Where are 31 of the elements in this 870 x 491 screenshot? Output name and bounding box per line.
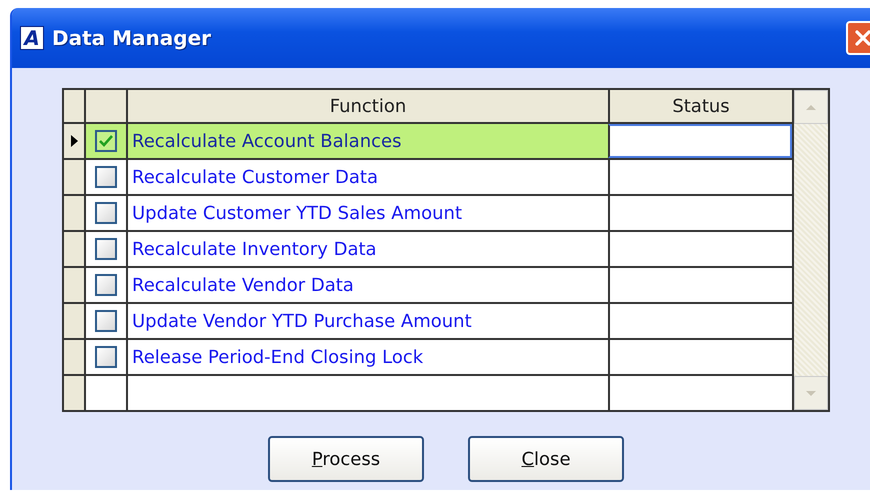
checkbox[interactable]	[95, 238, 117, 260]
checkbox[interactable]	[95, 202, 117, 224]
table-cell: Recalculate Customer Data	[126, 160, 608, 194]
window-title: Data Manager	[52, 26, 212, 50]
table-row[interactable]: Recalculate Account Balances	[64, 122, 792, 158]
table-cell: Update Customer YTD Sales Amount	[126, 196, 608, 230]
checkbox[interactable]	[95, 130, 117, 152]
table-row[interactable]: Update Vendor YTD Purchase Amount	[64, 302, 792, 338]
dialog-button[interactable]: Process	[268, 436, 424, 482]
table-cell: Recalculate Account Balances	[126, 124, 608, 158]
dialog-button[interactable]: Close	[468, 436, 624, 482]
checkbox[interactable]	[95, 310, 117, 332]
arrow-up-icon	[805, 104, 817, 110]
table-row[interactable]: Release Period-End Closing Lock	[64, 338, 792, 374]
table-row[interactable]: Recalculate Customer Data	[64, 158, 792, 194]
new-row[interactable]	[64, 374, 792, 410]
arrow-down-icon	[805, 390, 817, 396]
table-cell: Update Vendor YTD Purchase Amount	[126, 304, 608, 338]
app-logo-icon: A	[20, 26, 44, 50]
table-row[interactable]: Recalculate Inventory Data	[64, 230, 792, 266]
checkbox[interactable]	[95, 346, 117, 368]
table-cell: Release Period-End Closing Lock	[126, 340, 608, 374]
checkbox[interactable]	[95, 166, 117, 188]
table-row[interactable]: Recalculate Vendor Data	[64, 266, 792, 302]
table-row[interactable]: Update Customer YTD Sales Amount	[64, 194, 792, 230]
checkbox[interactable]	[95, 274, 117, 296]
table-cell: Recalculate Vendor Data	[126, 268, 608, 302]
checkmark-icon	[98, 134, 114, 148]
row-pointer-icon	[70, 135, 78, 147]
close-button[interactable]	[846, 21, 870, 55]
table-cell: Recalculate Inventory Data	[126, 232, 608, 266]
